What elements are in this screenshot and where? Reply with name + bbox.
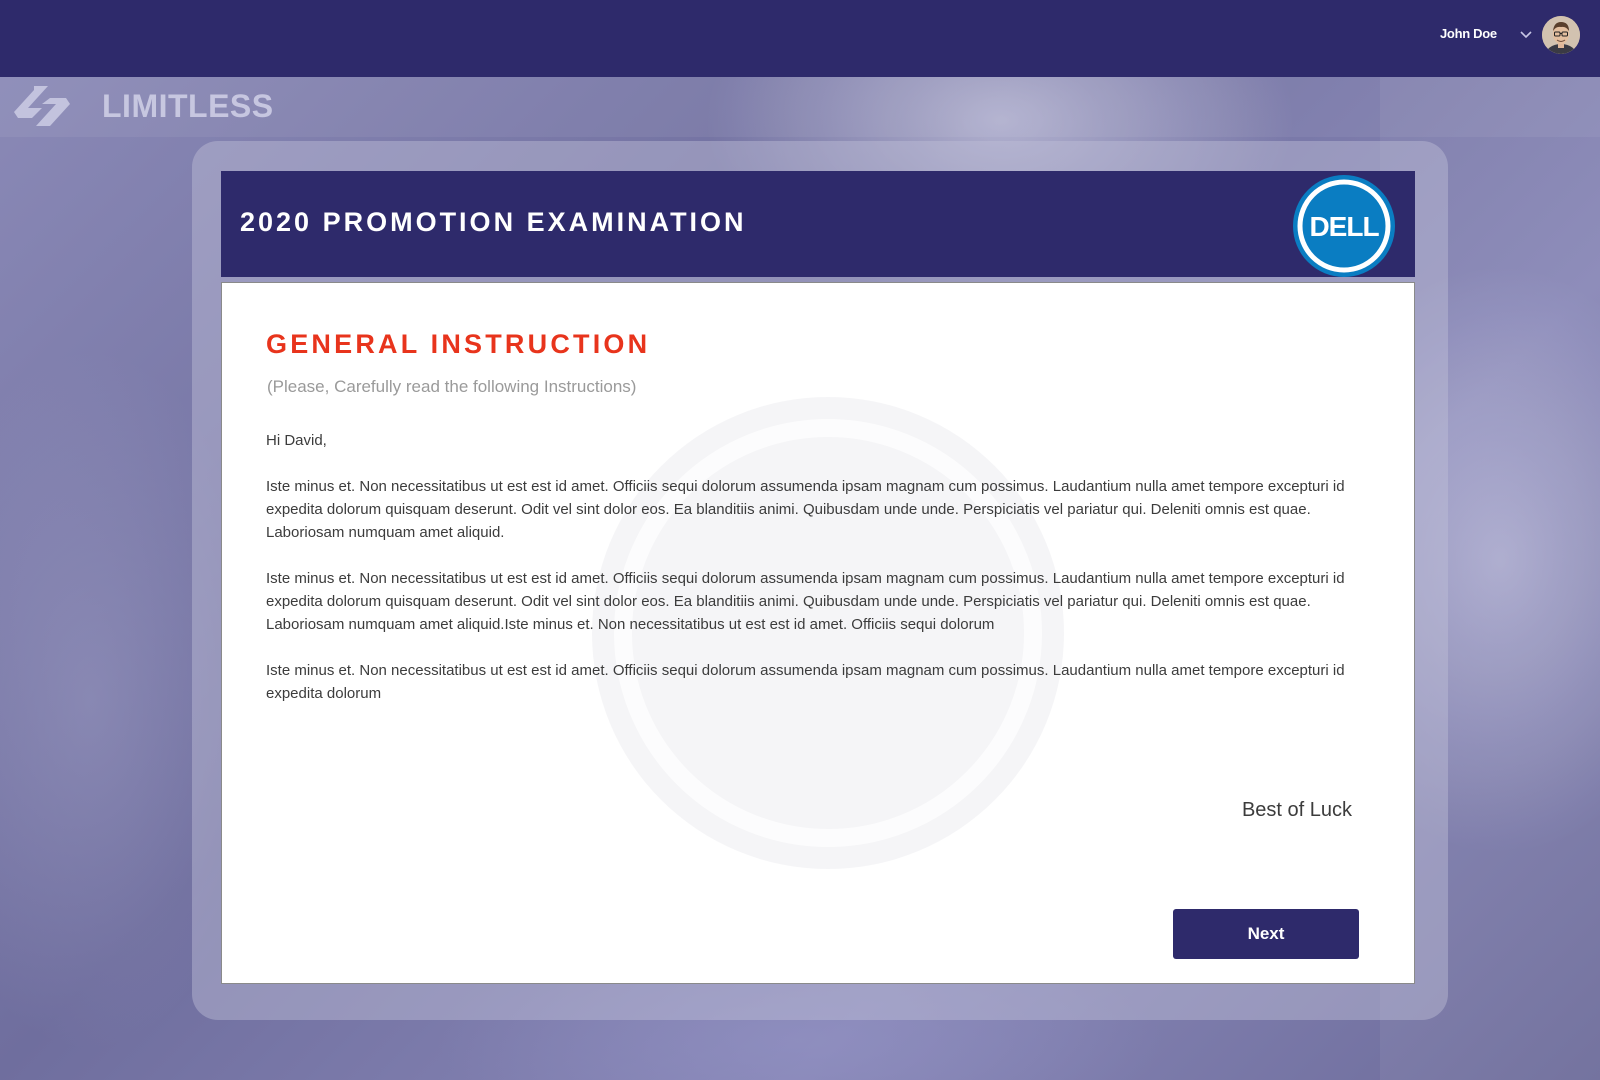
- exam-header: 2020 PROMOTION EXAMINATION DELL: [221, 171, 1415, 277]
- section-heading: GENERAL INSTRUCTION: [266, 329, 651, 359]
- brand-name: LIMITLESS: [102, 88, 274, 124]
- instruction-paragraph: Iste minus et. Non necessitatibus ut est…: [266, 662, 1345, 702]
- signoff: Best of Luck: [1241, 799, 1353, 821]
- dell-logo: DELL: [1291, 173, 1397, 279]
- limitless-logo-icon: [14, 86, 70, 130]
- chevron-down-icon[interactable]: [1518, 26, 1534, 42]
- page-title: 2020 PROMOTION EXAMINATION: [240, 207, 747, 237]
- section-subheading: (Please, Carefully read the following In…: [267, 377, 637, 396]
- brand: LIMITLESS: [14, 84, 294, 130]
- greeting: Hi David,: [266, 432, 327, 449]
- dell-logo-text: DELL: [1309, 211, 1379, 242]
- instruction-paragraph: Iste minus et. Non necessitatibus ut est…: [266, 478, 1345, 541]
- instruction-body: Hi David, Iste minus et. Non necessitati…: [266, 429, 1356, 728]
- next-button[interactable]: Next: [1173, 909, 1359, 959]
- instruction-paragraph: Iste minus et. Non necessitatibus ut est…: [266, 570, 1345, 633]
- instruction-card: GENERAL INSTRUCTION (Please, Carefully r…: [221, 282, 1415, 984]
- avatar[interactable]: [1542, 16, 1580, 54]
- top-bar: John Doe: [0, 0, 1600, 77]
- user-name[interactable]: John Doe: [1440, 26, 1520, 41]
